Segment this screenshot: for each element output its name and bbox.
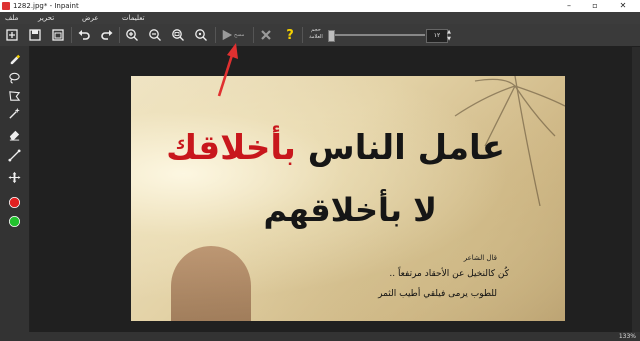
menu-view[interactable]: عرض [82,12,99,24]
marker-icon[interactable] [6,50,22,66]
quote-line-1: كُن كالنخيل عن الأحقاد مرتفعاً .. [389,269,509,279]
menu-file[interactable]: ملف [5,12,18,24]
minimize-icon[interactable]: – [558,0,580,12]
marker-size-label: حجم العلامة [309,27,323,40]
toolbar-separator [119,27,120,43]
move-icon[interactable] [6,169,22,185]
redo-icon[interactable] [99,27,115,43]
zoom-out-icon[interactable] [147,27,163,43]
polygon-lasso-icon[interactable] [6,87,22,103]
marker-size-slider-handle[interactable] [328,30,335,42]
zoom-actual-icon[interactable] [193,27,209,43]
quote-line-2: للطوب يرمى فيلقي أطيب الثمر [378,289,497,299]
eraser-icon[interactable] [6,126,22,142]
marker-size-input[interactable]: ١٢ [426,29,448,43]
toolbar-separator [302,27,303,43]
menu-help[interactable]: تعليمات [122,12,145,24]
help-question-icon[interactable]: ? [282,27,298,43]
menu-edit[interactable]: تحرير [38,12,54,24]
green-color-icon[interactable] [6,213,22,229]
guide-line-icon[interactable] [6,147,22,163]
status-bar: 133% [0,332,640,341]
cancel-x-icon[interactable] [258,27,274,43]
zoom-level: 133% [618,333,636,340]
zoom-in-icon[interactable] [124,27,140,43]
zoom-fit-icon[interactable] [170,27,186,43]
window-title: 1282.jpg* - Inpaint [13,2,79,10]
app-icon [2,2,10,10]
undo-icon[interactable] [76,27,92,43]
save-icon[interactable] [27,27,43,43]
toolbar-separator [215,27,216,43]
headline-black-text: عامل الناس [295,128,505,168]
run-label: مسح [234,32,245,38]
close-icon[interactable]: ✕ [612,0,634,12]
lasso-icon[interactable] [6,69,22,85]
poet-label: قال الشاعر [463,254,497,262]
tool-panel [0,46,30,341]
open-icon[interactable] [4,27,20,43]
run-button[interactable]: مسح [221,27,251,43]
maximize-icon[interactable]: ▫ [584,0,606,12]
magic-wand-icon[interactable] [6,105,22,121]
toolbar-separator [253,27,254,43]
headline-red-text: بأخلاقك [166,128,296,168]
toolbar: مسح ? حجم العلامة ١٢ ▲ ▼ [0,24,640,47]
play-icon [222,29,233,41]
opened-image[interactable]: عامل الناس بأخلاقك لا بأخلاقهم قال الشاع… [131,76,565,321]
red-color-icon[interactable] [6,194,22,210]
thumb-photo-area [171,246,251,321]
save-as-icon[interactable] [50,27,66,43]
marker-size-spinner[interactable]: ▲ ▼ [446,29,452,43]
headline-line-1: عامل الناس بأخلاقك [166,128,505,168]
headline-line-2: لا بأخلاقهم [263,191,437,229]
marker-size-slider-track[interactable] [328,34,425,36]
title-bar: 1282.jpg* - Inpaint – ▫ ✕ [0,0,640,12]
toolbar-separator [71,27,72,43]
